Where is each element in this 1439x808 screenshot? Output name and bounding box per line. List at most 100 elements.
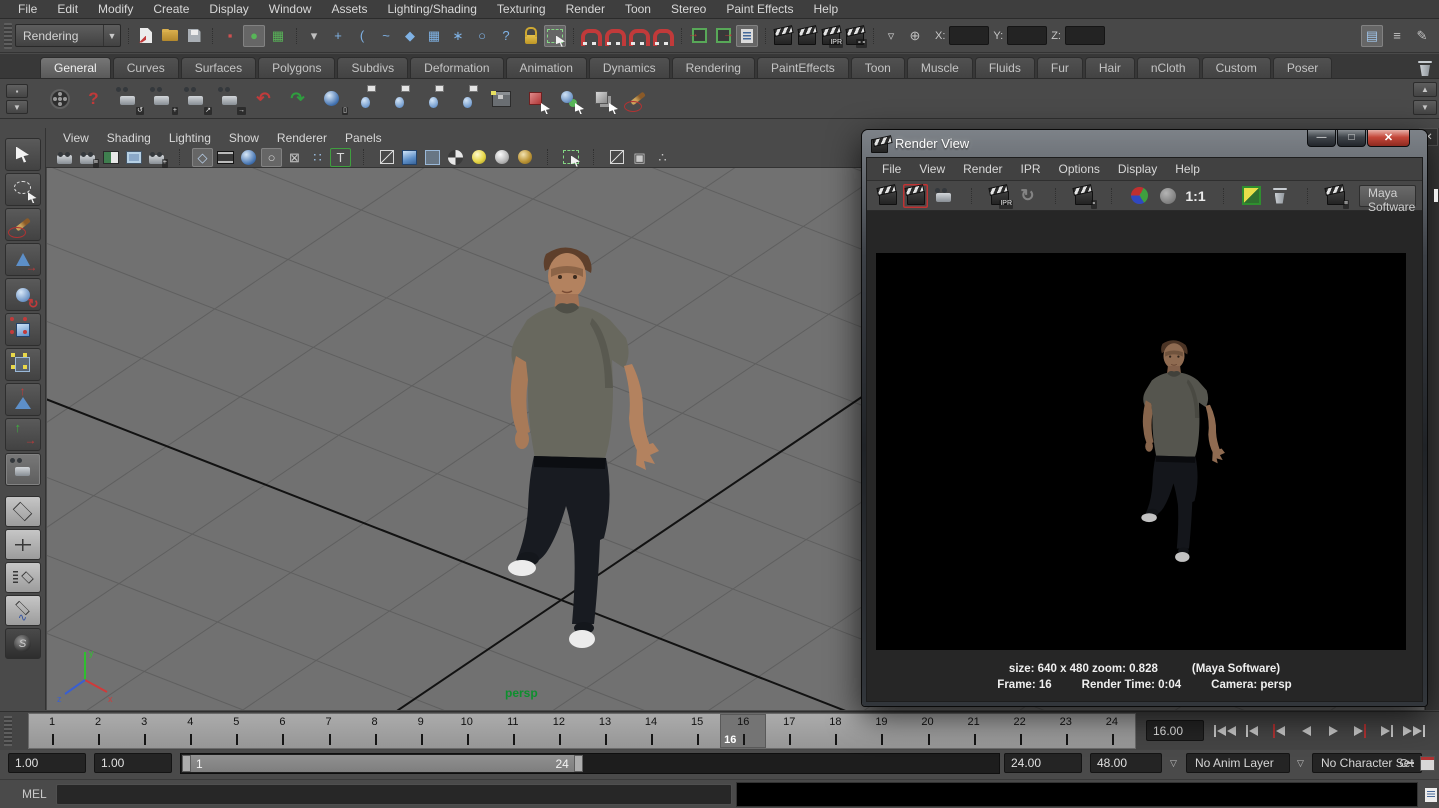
output-connections-icon[interactable] xyxy=(712,25,734,47)
symmetry-dropdown-icon[interactable]: ▿ xyxy=(880,25,902,47)
render-view-menu-help[interactable]: Help xyxy=(1166,162,1209,176)
shelf-tab-surfaces[interactable]: Surfaces xyxy=(181,57,256,78)
timeline-ruler[interactable]: 1234567891011121314151616171819202122232… xyxy=(28,713,1136,749)
safe-action-icon[interactable]: ∷ xyxy=(307,148,328,167)
script-editor-icon[interactable] xyxy=(1420,784,1439,806)
paint-select-set-icon[interactable] xyxy=(452,83,483,114)
select-hierarchy-icon[interactable] xyxy=(554,83,585,114)
mask-surfaces-icon[interactable]: ◆ xyxy=(399,25,421,47)
range-slider-range[interactable]: 1 24 xyxy=(182,755,583,772)
timeline-frame-11[interactable]: 11 xyxy=(490,714,536,748)
menu-item-texturing[interactable]: Texturing xyxy=(487,2,556,16)
smooth-shade-icon[interactable] xyxy=(399,148,420,167)
timeline-frame-14[interactable]: 14 xyxy=(628,714,674,748)
mel-label[interactable]: MEL xyxy=(22,787,47,801)
scale-tool[interactable] xyxy=(5,313,41,346)
menu-item-edit[interactable]: Edit xyxy=(47,2,88,16)
isolate-select-icon[interactable] xyxy=(560,148,581,167)
shelf-tab-muscle[interactable]: Muscle xyxy=(907,57,973,78)
animation-preferences-icon[interactable] xyxy=(1417,753,1437,773)
default-lighting-icon[interactable] xyxy=(468,148,489,167)
render-settings-icon[interactable]: ∘∘ xyxy=(844,25,866,47)
ipr-render-icon[interactable]: IPR xyxy=(820,25,842,47)
step-forward-frame-button[interactable] xyxy=(1374,718,1400,743)
channel-box-icon[interactable]: ▤ xyxy=(1361,25,1383,47)
save-scene-icon[interactable] xyxy=(183,25,205,47)
shelf-menu-button[interactable]: ▪ xyxy=(6,84,28,98)
auto-keyframe-icon[interactable] xyxy=(1397,753,1417,773)
all-lights-icon[interactable] xyxy=(514,148,535,167)
input-connections-icon[interactable] xyxy=(688,25,710,47)
render-view-menu-render[interactable]: Render xyxy=(954,162,1011,176)
undo-icon[interactable]: ↶ xyxy=(248,83,279,114)
play-forwards-button[interactable] xyxy=(1320,718,1346,743)
range-start-handle[interactable] xyxy=(182,755,191,772)
timeline-frame-12[interactable]: 12 xyxy=(536,714,582,748)
timeline-frame-1[interactable]: 1 xyxy=(29,714,75,748)
minimize-button[interactable]: — xyxy=(1307,129,1336,147)
shelf-tab-polygons[interactable]: Polygons xyxy=(258,57,335,78)
ipr-render-icon[interactable]: IPR xyxy=(987,184,1012,208)
two-d-pan-zoom-icon[interactable]: + xyxy=(146,148,167,167)
render-view-menu-view[interactable]: View xyxy=(910,162,954,176)
render-current-frame-icon[interactable] xyxy=(796,25,818,47)
create-partition-icon[interactable] xyxy=(384,83,415,114)
rotate-tool[interactable] xyxy=(5,278,41,311)
timeline-grip[interactable] xyxy=(4,716,12,746)
help-icon[interactable]: ? xyxy=(78,83,109,114)
bookmark-icon[interactable] xyxy=(100,148,121,167)
last-tool-used[interactable] xyxy=(5,453,41,486)
y-coordinate-field[interactable] xyxy=(1007,26,1047,45)
select-object-mask-icon[interactable]: ● xyxy=(243,25,265,47)
lasso-tool[interactable] xyxy=(5,173,41,206)
timeline-frame-18[interactable]: 18 xyxy=(812,714,858,748)
character-set-dropdown-icon[interactable]: ▽ xyxy=(1297,758,1304,769)
region-render-icon[interactable]: ∘ xyxy=(1071,184,1096,208)
rgb-channels-icon[interactable] xyxy=(1127,184,1152,208)
shelf-tab-painteffects[interactable]: PaintEffects xyxy=(757,57,849,78)
shelf-tab-fluids[interactable]: Fluids xyxy=(975,57,1035,78)
show-manipulator-tool[interactable] xyxy=(5,418,41,451)
timeline-frame-5[interactable]: 5 xyxy=(213,714,259,748)
timeline-frame-15[interactable]: 15 xyxy=(674,714,720,748)
timeline-frame-6[interactable]: 6 xyxy=(259,714,305,748)
mel-input[interactable] xyxy=(56,784,732,805)
renderer-select[interactable]: Maya Software xyxy=(1359,185,1416,207)
shelf-tab-poser[interactable]: Poser xyxy=(1273,57,1332,78)
snap-to-grids-icon[interactable] xyxy=(580,25,602,47)
remove-image-icon[interactable] xyxy=(1267,184,1292,208)
render-view-menu-file[interactable]: File xyxy=(873,162,910,176)
character-model[interactable] xyxy=(471,238,663,668)
shelf-tab-menu-button[interactable]: ▼ xyxy=(6,100,28,114)
redo-previous-render-icon[interactable] xyxy=(903,184,928,208)
no-gate-icon[interactable]: ◇ xyxy=(192,148,213,167)
step-back-key-button[interactable] xyxy=(1266,718,1292,743)
keep-image-icon[interactable] xyxy=(1239,184,1264,208)
range-end-handle[interactable] xyxy=(574,755,583,772)
timeline-frame-16[interactable]: 1616 xyxy=(720,714,766,748)
film-gate-icon[interactable] xyxy=(215,148,236,167)
select-all-by-type-icon[interactable] xyxy=(520,83,551,114)
render-view-menu-display[interactable]: Display xyxy=(1109,162,1166,176)
step-forward-key-button[interactable] xyxy=(1347,718,1373,743)
step-back-frame-button[interactable] xyxy=(1239,718,1265,743)
construction-history-icon[interactable] xyxy=(736,25,758,47)
pan-zoom-camera-icon[interactable] xyxy=(54,148,75,167)
shelf-tab-custom[interactable]: Custom xyxy=(1202,57,1271,78)
menu-item-toon[interactable]: Toon xyxy=(615,2,661,16)
timeline-frame-22[interactable]: 22 xyxy=(997,714,1043,748)
snapshot-icon[interactable] xyxy=(931,184,956,208)
timeline-frame-21[interactable]: 21 xyxy=(951,714,997,748)
xray-active-icon[interactable]: ▣ xyxy=(629,148,650,167)
mask-curves-icon[interactable]: ( xyxy=(351,25,373,47)
camera-orbit-icon[interactable]: ↺ xyxy=(112,83,143,114)
shelf-tab-deformation[interactable]: Deformation xyxy=(410,57,503,78)
timeline-frame-4[interactable]: 4 xyxy=(167,714,213,748)
menu-set-selector[interactable]: Rendering ▼ xyxy=(15,24,121,47)
xray-icon[interactable] xyxy=(606,148,627,167)
go-to-end-button[interactable] xyxy=(1401,718,1427,743)
image-plane-icon[interactable] xyxy=(123,148,144,167)
new-scene-icon[interactable] xyxy=(135,25,157,47)
viewport-menu-view[interactable]: View xyxy=(54,131,98,145)
menu-item-lighting-shading[interactable]: Lighting/Shading xyxy=(377,2,486,16)
